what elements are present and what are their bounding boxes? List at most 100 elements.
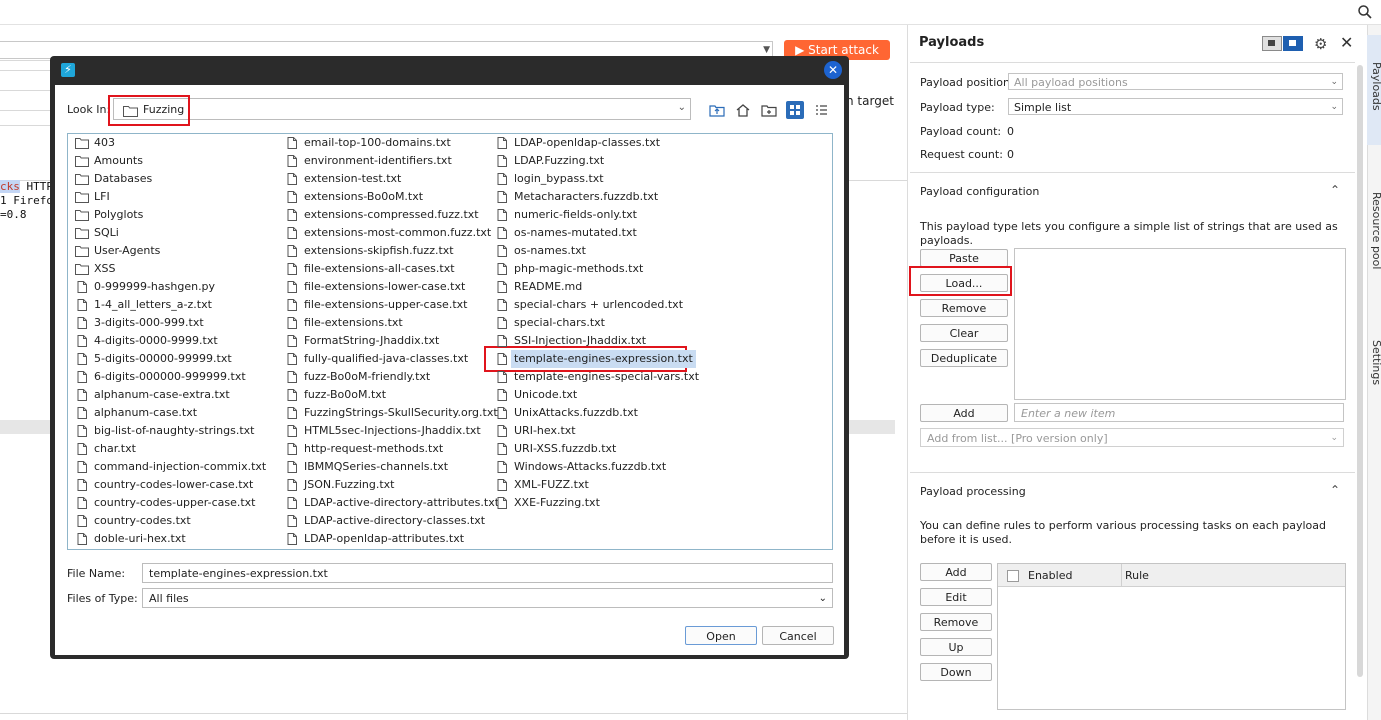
file-item-label: file-extensions-upper-case.txt (304, 298, 468, 311)
grid-view-icon[interactable] (786, 101, 804, 119)
column-divider[interactable] (1121, 564, 1122, 586)
app-logo-icon: ⚡︎ (61, 63, 75, 77)
layout-toggle-split[interactable] (1283, 36, 1303, 51)
deduplicate-button[interactable]: Deduplicate (920, 349, 1008, 367)
file-icon (497, 173, 507, 185)
request-editor[interactable]: cks HTTP 1 Firefo =0.8 (0, 180, 53, 222)
open-button[interactable]: Open (685, 626, 757, 645)
file-icon (497, 335, 507, 347)
file-icon (77, 425, 87, 437)
add-from-list-label: Add from list... [Pro version only] (927, 432, 1108, 445)
file-icon (287, 299, 297, 311)
chevron-up-icon[interactable]: ⌃ (1330, 483, 1340, 497)
layout-toggle-list[interactable] (1262, 36, 1282, 51)
file-item-label: alphanum-case.txt (94, 406, 198, 419)
file-item-label: char.txt (94, 442, 136, 455)
remove-rule-button[interactable]: Remove (920, 613, 992, 631)
file-item-label: XXE-Fuzzing.txt (514, 496, 600, 509)
file-item-label: SSI-Injection-Jhaddix.txt (514, 334, 647, 347)
column-header-rule[interactable]: Rule (1125, 569, 1149, 582)
file-item-label: 403 (94, 136, 115, 149)
file-icon (287, 137, 297, 149)
file-item-label: extensions-Bo0oM.txt (304, 190, 424, 203)
up-folder-icon[interactable] (708, 101, 726, 119)
file-icon (287, 479, 297, 491)
panel-scrollbar[interactable] (1357, 65, 1363, 677)
file-icon (287, 317, 297, 329)
search-icon[interactable] (1357, 4, 1373, 20)
look-in-label: Look In: (67, 103, 111, 116)
file-item-label: command-injection-commix.txt (94, 460, 267, 473)
side-tab-resource-pool-label[interactable]: Resource pool (1370, 192, 1381, 269)
paste-button[interactable]: Paste (920, 249, 1008, 267)
home-icon[interactable] (734, 101, 752, 119)
file-icon (287, 371, 297, 383)
payload-position-select[interactable]: All payload positions ⌄ (1008, 73, 1343, 90)
file-icon (497, 137, 507, 149)
file-item-label: Metacharacters.fuzzdb.txt (514, 190, 659, 203)
file-item-label: 6-digits-000000-999999.txt (94, 370, 246, 383)
file-icon (497, 191, 507, 203)
file-icon (77, 353, 87, 365)
list-view-icon[interactable] (812, 101, 830, 119)
files-of-type-select[interactable]: All files ⌄ (142, 588, 833, 608)
file-item-label: file-extensions-lower-case.txt (304, 280, 466, 293)
file-item-label: special-chars.txt (514, 316, 605, 329)
add-button[interactable]: Add (920, 404, 1008, 422)
close-icon[interactable]: ✕ (824, 61, 842, 79)
clear-button[interactable]: Clear (920, 324, 1008, 342)
file-icon (77, 497, 87, 509)
close-icon[interactable]: ✕ (1340, 33, 1353, 52)
file-icon (497, 407, 507, 419)
remove-button[interactable]: Remove (920, 299, 1008, 317)
chevron-up-icon[interactable]: ⌃ (1330, 183, 1340, 197)
look-in-select[interactable]: Fuzzing ⌄ (113, 98, 691, 120)
start-attack-label: Start attack (808, 43, 879, 57)
file-icon (287, 209, 297, 221)
chevron-down-icon: ⌄ (1330, 433, 1338, 443)
file-icon (497, 299, 507, 311)
file-item-label: FormatString-Jhaddix.txt (304, 334, 440, 347)
payload-type-select[interactable]: Simple list ⌄ (1008, 98, 1343, 115)
up-rule-button[interactable]: Up (920, 638, 992, 656)
file-icon (287, 173, 297, 185)
file-item-label: file-extensions-all-cases.txt (304, 262, 455, 275)
file-item-label: php-magic-methods.txt (514, 262, 644, 275)
panel-title: Payloads (919, 35, 985, 50)
file-item-label: LFI (94, 190, 110, 203)
processing-rules-table[interactable]: Enabled Rule (997, 563, 1346, 710)
file-icon (287, 281, 297, 293)
file-icon (497, 227, 507, 239)
file-item-label: 0-999999-hashgen.py (94, 280, 216, 293)
file-icon (497, 245, 507, 257)
select-all-checkbox[interactable] (1007, 570, 1019, 582)
gear-icon[interactable]: ⚙ (1314, 35, 1327, 53)
new-folder-icon[interactable] (760, 101, 778, 119)
new-item-input[interactable]: Enter a new item (1014, 403, 1344, 422)
file-item-label: IBMMQSeries-channels.txt (304, 460, 449, 473)
file-icon (77, 479, 87, 491)
payload-list[interactable] (1014, 248, 1346, 400)
add-rule-button[interactable]: Add (920, 563, 992, 581)
column-header-enabled[interactable]: Enabled (1028, 569, 1072, 582)
file-item-label: LDAP-openldap-classes.txt (514, 136, 661, 149)
file-item-label: fuzz-Bo0oM-friendly.txt (304, 370, 431, 383)
file-item-label: FuzzingStrings-SkullSecurity.org.txt (304, 406, 498, 419)
play-icon: ▶︎ (795, 43, 805, 57)
file-icon (287, 353, 297, 365)
file-icon (287, 335, 297, 347)
add-from-list-select[interactable]: Add from list... [Pro version only] ⌄ (920, 428, 1344, 447)
file-name-input[interactable]: template-engines-expression.txt (142, 563, 833, 583)
side-tab-payloads-label[interactable]: Payloads (1370, 62, 1381, 111)
file-icon (497, 317, 507, 329)
cancel-button[interactable]: Cancel (762, 626, 834, 645)
file-item-label: fuzz-Bo0oM.txt (304, 388, 387, 401)
file-item-label: doble-uri-hex.txt (94, 532, 186, 545)
file-icon (497, 281, 507, 293)
file-icon (77, 389, 87, 401)
edit-rule-button[interactable]: Edit (920, 588, 992, 606)
down-rule-button[interactable]: Down (920, 663, 992, 681)
file-name-label: File Name: (67, 567, 126, 580)
payload-position-label: Payload position: (920, 76, 1014, 89)
side-tab-settings-label[interactable]: Settings (1370, 340, 1381, 385)
